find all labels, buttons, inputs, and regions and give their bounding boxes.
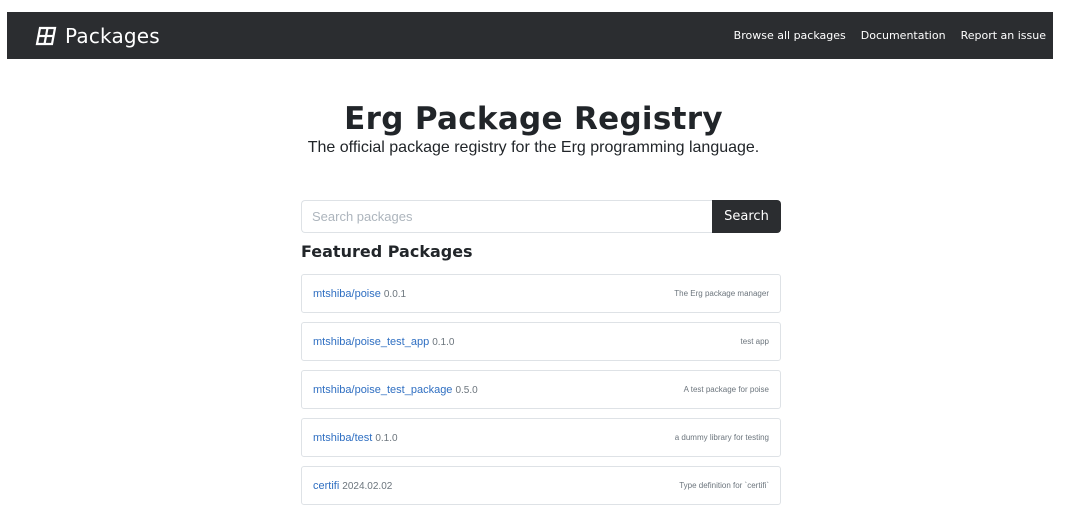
featured-packages-heading: Featured Packages — [301, 242, 473, 261]
browse-all-packages-link[interactable]: Browse all packages — [734, 29, 846, 42]
package-description: The Erg package manager — [674, 289, 769, 298]
package-card: mtshiba/poise 0.0.1 The Erg package mana… — [301, 274, 781, 313]
package-version: 0.5.0 — [455, 384, 478, 396]
search-form: Search — [301, 200, 781, 233]
package-card: mtshiba/poise_test_package 0.5.0 A test … — [301, 370, 781, 409]
package-name-link[interactable]: certifi — [313, 480, 339, 492]
package-name-link[interactable]: mtshiba/poise_test_app — [313, 336, 429, 348]
search-input[interactable] — [301, 200, 712, 233]
package-version: 2024.02.02 — [342, 480, 393, 492]
hero: Erg Package Registry The official packag… — [0, 100, 1067, 158]
package-name-link[interactable]: mtshiba/test — [313, 432, 372, 444]
package-description: A test package for poise — [683, 385, 769, 394]
documentation-link[interactable]: Documentation — [861, 29, 946, 42]
brand-label: Packages — [65, 23, 160, 48]
grid-logo-icon — [35, 26, 57, 45]
featured-packages-list: mtshiba/poise 0.0.1 The Erg package mana… — [301, 274, 781, 514]
package-version: 0.1.0 — [375, 432, 398, 444]
top-navbar: Packages Browse all packages Documentati… — [7, 12, 1053, 59]
package-card: certifi 2024.02.02 Type definition for `… — [301, 466, 781, 505]
search-button[interactable]: Search — [712, 200, 781, 233]
package-card: mtshiba/poise_test_app 0.1.0 test app — [301, 322, 781, 361]
report-issue-link[interactable]: Report an issue — [961, 29, 1046, 42]
package-description: test app — [740, 337, 769, 346]
page-title: Erg Package Registry — [344, 101, 723, 137]
package-name-link[interactable]: mtshiba/poise — [313, 288, 381, 300]
package-description: a dummy library for testing — [674, 433, 769, 442]
package-description: Type definition for `certifi` — [679, 481, 769, 490]
nav-links: Browse all packages Documentation Report… — [719, 29, 1046, 42]
package-version: 0.1.0 — [432, 336, 455, 348]
package-version: 0.0.1 — [383, 288, 407, 300]
page-subtitle: The official package registry for the Er… — [307, 139, 760, 156]
package-card: mtshiba/test 0.1.0 a dummy library for t… — [301, 418, 781, 457]
brand-link[interactable]: Packages — [35, 24, 160, 48]
package-name-link[interactable]: mtshiba/poise_test_package — [313, 384, 452, 396]
